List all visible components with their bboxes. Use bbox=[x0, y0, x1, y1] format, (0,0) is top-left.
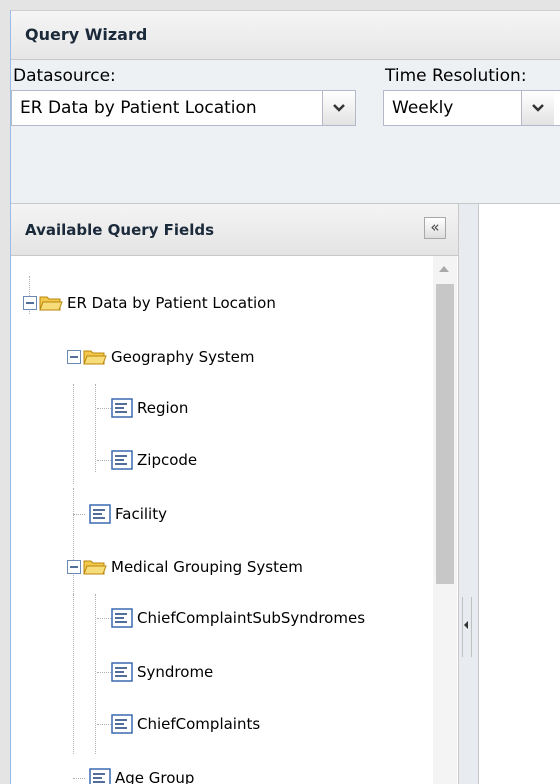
folder-open-icon bbox=[83, 560, 107, 575]
collapse-toggle-icon[interactable] bbox=[67, 560, 81, 574]
field-icon bbox=[111, 450, 133, 470]
tree-node-chiefcomplaintsubsyndromes[interactable]: ChiefComplaintSubSyndromes bbox=[111, 605, 365, 631]
time-resolution-label: Time Resolution: bbox=[385, 66, 527, 86]
tree-node-medical-grouping-system[interactable]: Medical Grouping System bbox=[67, 554, 303, 580]
folder-open-icon bbox=[83, 350, 107, 365]
time-resolution-combo[interactable]: Weekly bbox=[383, 90, 560, 126]
wizard-header: Query Wizard bbox=[11, 10, 560, 60]
tree-node-facility[interactable]: Facility bbox=[89, 501, 167, 527]
tree-connector bbox=[95, 594, 96, 754]
field-icon bbox=[111, 714, 133, 734]
tree-connector bbox=[97, 672, 111, 673]
time-resolution-dropdown-trigger[interactable] bbox=[521, 91, 554, 125]
tree-node-label: Geography System bbox=[111, 348, 255, 366]
tree-node-syndrome[interactable]: Syndrome bbox=[111, 659, 213, 685]
datasource-value: ER Data by Patient Location bbox=[20, 98, 257, 118]
time-resolution-value: Weekly bbox=[392, 98, 454, 118]
available-query-fields-panel: Available Query Fields « ER Data by Pati… bbox=[11, 204, 459, 784]
collapse-toggle-icon[interactable] bbox=[23, 296, 37, 310]
tree-connector bbox=[97, 724, 111, 725]
query-form: Datasource: ER Data by Patient Location … bbox=[11, 60, 560, 204]
tree-node-label: ChiefComplaints bbox=[137, 715, 261, 733]
query-workspace bbox=[480, 204, 560, 784]
query-wizard-panel: Query Wizard Datasource: ER Data by Pati… bbox=[10, 10, 560, 784]
window-top-border bbox=[0, 0, 560, 10]
tree-connector bbox=[73, 778, 85, 779]
field-icon bbox=[111, 662, 133, 682]
collapse-left-arrow-icon[interactable] bbox=[464, 621, 468, 629]
field-icon bbox=[111, 608, 133, 628]
tree-node-region[interactable]: Region bbox=[111, 395, 188, 421]
tree-connector bbox=[73, 514, 85, 515]
fields-panel-header: Available Query Fields « bbox=[11, 204, 458, 256]
field-icon bbox=[89, 504, 111, 524]
field-icon bbox=[111, 398, 133, 418]
tree-node-zipcode[interactable]: Zipcode bbox=[111, 447, 197, 473]
tree-connector bbox=[97, 408, 111, 409]
tree-node-label: Medical Grouping System bbox=[111, 558, 303, 576]
panel-splitter[interactable] bbox=[459, 204, 479, 784]
scroll-thumb[interactable] bbox=[436, 284, 454, 584]
tree-connector bbox=[95, 384, 96, 472]
collapse-panel-button[interactable]: « bbox=[424, 217, 446, 239]
fields-panel-title: Available Query Fields bbox=[25, 221, 215, 239]
tree-node-label: Age Group bbox=[115, 769, 195, 784]
tree-connector bbox=[97, 460, 111, 461]
wizard-title: Query Wizard bbox=[25, 25, 148, 44]
tree-connector bbox=[73, 594, 74, 754]
tree-scrollbar[interactable] bbox=[433, 256, 457, 784]
tree-node-label: ChiefComplaintSubSyndromes bbox=[137, 609, 366, 627]
folder-open-icon bbox=[39, 296, 63, 311]
chevron-down-icon bbox=[333, 104, 345, 112]
datasource-label: Datasource: bbox=[13, 66, 116, 86]
datasource-dropdown-trigger[interactable] bbox=[322, 91, 355, 125]
collapse-toggle-icon[interactable] bbox=[67, 350, 81, 364]
tree-node-age-group[interactable]: Age Group bbox=[89, 765, 194, 784]
query-fields-tree: ER Data by Patient Location Geography Sy… bbox=[11, 256, 431, 784]
tree-node-label: Facility bbox=[115, 505, 167, 523]
chevron-down-icon bbox=[532, 104, 544, 112]
tree-node-label: Zipcode bbox=[137, 451, 198, 469]
field-icon bbox=[89, 768, 111, 784]
tree-node-er-data[interactable]: ER Data by Patient Location bbox=[23, 290, 276, 316]
tree-node-chiefcomplaints[interactable]: ChiefComplaints bbox=[111, 711, 260, 737]
datasource-combo[interactable]: ER Data by Patient Location bbox=[11, 90, 356, 126]
tree-connector bbox=[73, 384, 74, 484]
tree-node-label: Syndrome bbox=[137, 663, 214, 681]
tree-node-label: Region bbox=[137, 399, 189, 417]
tree-connector bbox=[97, 618, 111, 619]
window-left-border bbox=[0, 0, 10, 784]
tree-node-geography-system[interactable]: Geography System bbox=[67, 344, 255, 370]
scroll-up-arrow-icon[interactable] bbox=[439, 266, 449, 272]
tree-node-label: ER Data by Patient Location bbox=[67, 294, 276, 312]
